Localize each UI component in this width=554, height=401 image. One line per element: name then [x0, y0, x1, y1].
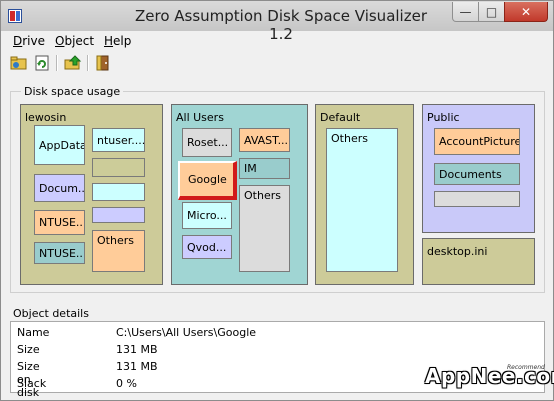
toolbar — [1, 51, 553, 75]
detail-label: Slack — [17, 377, 47, 390]
panel-label-lewosin: lewosin — [25, 111, 67, 124]
node-ntuser-dat[interactable]: ntuser..... — [92, 128, 145, 152]
refresh-button[interactable] — [32, 53, 52, 73]
detail-label: Size — [17, 343, 40, 356]
minimize-button[interactable]: — — [452, 2, 479, 22]
exit-door-icon — [96, 55, 109, 71]
node-unlabeled-gray[interactable] — [434, 191, 520, 207]
app-icon[interactable] — [8, 9, 22, 23]
node-avast[interactable]: AVAST... — [239, 128, 290, 152]
node-microsoft[interactable]: Micro... — [182, 202, 232, 229]
node-ntuser-1[interactable]: NTUSE... — [34, 210, 85, 235]
toolbar-separator — [56, 55, 58, 71]
node-unlabeled-olive[interactable] — [92, 158, 145, 177]
node-account-pictures[interactable]: AccountPictures — [434, 128, 520, 155]
node-unlabeled-cyan[interactable] — [92, 183, 145, 201]
node-lewosin-others[interactable]: Others — [92, 230, 145, 272]
menu-drive-accel: D — [13, 34, 23, 48]
node-all-users-others[interactable]: Others — [239, 185, 290, 272]
watermark-sub: Recommend — [507, 364, 545, 371]
node-appdata[interactable]: AppData — [34, 125, 85, 165]
menu-help[interactable]: Help — [104, 34, 131, 48]
maximize-button[interactable]: □ — [478, 2, 505, 22]
node-google-selected[interactable]: Google — [178, 161, 237, 200]
title-bar[interactable]: Zero Assumption Disk Space Visualizer 1.… — [1, 1, 553, 43]
panel-label-default: Default — [320, 111, 361, 124]
panel-label-all-users: All Users — [176, 111, 224, 124]
node-documents[interactable]: Docum... — [34, 174, 85, 202]
menu-object[interactable]: Object — [55, 34, 94, 48]
up-folder-button[interactable] — [63, 53, 83, 73]
exit-button[interactable] — [93, 53, 113, 73]
node-im[interactable]: IM — [239, 158, 290, 179]
menu-help-label: elp — [113, 34, 132, 48]
node-public-documents[interactable]: Documents — [434, 163, 520, 185]
detail-value: C:\Users\All Users\Google — [116, 326, 257, 339]
node-default-others[interactable]: Others — [326, 128, 398, 272]
detail-label: Name — [17, 326, 50, 339]
node-ntuser-2[interactable]: NTUSE... — [34, 242, 85, 264]
menu-object-label: bject — [64, 34, 95, 48]
menu-drive-label: rive — [22, 34, 46, 48]
detail-value: 0 % — [116, 377, 137, 390]
close-button[interactable]: ✕ — [504, 2, 548, 22]
node-qvod[interactable]: Qvod... — [182, 235, 232, 259]
open-folder-icon — [10, 56, 27, 70]
app-window: Zero Assumption Disk Space Visualizer 1.… — [0, 0, 554, 401]
refresh-icon — [35, 55, 49, 71]
toolbar-separator — [87, 55, 89, 71]
file-desktop-ini[interactable]: desktop.ini — [422, 238, 535, 285]
open-drive-button[interactable] — [9, 53, 29, 73]
panel-label-desktop-ini: desktop.ini — [427, 245, 488, 258]
menu-help-accel: H — [104, 34, 114, 48]
node-unlabeled-lavender[interactable] — [92, 207, 145, 223]
node-rosetta[interactable]: Roset... — [182, 128, 232, 157]
menu-drive[interactable]: Drive — [13, 34, 45, 48]
panel-label-public: Public — [427, 111, 460, 124]
menu-bar: Drive Object Help — [1, 32, 553, 50]
detail-value: 131 MB — [116, 343, 158, 356]
detail-value: 131 MB — [116, 360, 158, 373]
up-folder-icon — [64, 55, 82, 70]
disk-usage-label: Disk space usage — [21, 85, 124, 98]
object-details-label: Object details — [13, 307, 89, 320]
